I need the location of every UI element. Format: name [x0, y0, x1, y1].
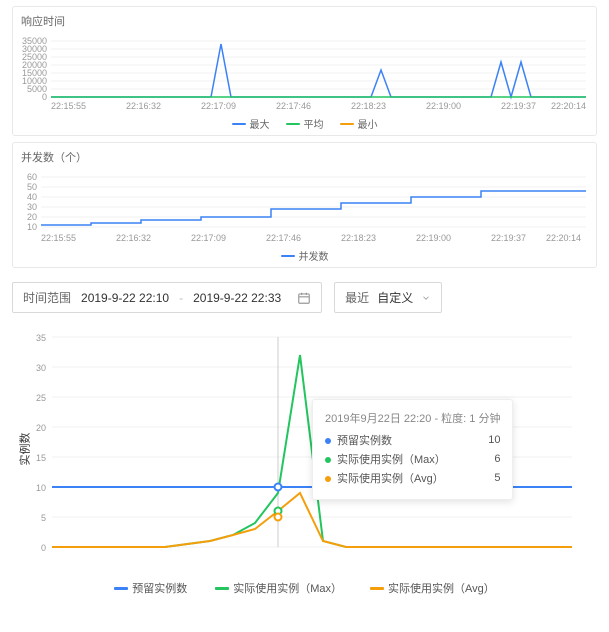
response-time-chart: 35000 30000 25000 20000 15000 10000 5000…	[21, 33, 586, 111]
svg-text:40: 40	[27, 192, 37, 202]
y-axis-label: 实例数	[17, 432, 33, 465]
svg-text:30: 30	[36, 363, 46, 373]
svg-text:30: 30	[27, 202, 37, 212]
range-label: 时间范围	[23, 289, 71, 306]
svg-text:0: 0	[41, 543, 46, 553]
chevron-down-icon	[421, 293, 431, 303]
svg-text:10: 10	[27, 222, 37, 232]
svg-text:5: 5	[41, 513, 46, 523]
svg-text:35: 35	[36, 333, 46, 343]
recent-value: 自定义	[377, 289, 413, 306]
dot-icon	[325, 457, 331, 463]
instances-legend: 预留实例数 实际使用实例（Max） 实际使用实例（Avg）	[0, 580, 609, 596]
instances-chart-container: 实例数 35 30 25 20 15 10 5 0	[12, 327, 597, 570]
svg-text:0: 0	[42, 92, 47, 102]
svg-text:22:20:14: 22:20:14	[546, 233, 581, 243]
svg-text:25: 25	[36, 393, 46, 403]
range-separator: -	[179, 291, 183, 305]
svg-text:22:17:09: 22:17:09	[191, 233, 226, 243]
legend-item-reserved[interactable]: 预留实例数	[114, 580, 187, 596]
controls-bar: 时间范围 2019-9-22 22:10 - 2019-9-22 22:33 最…	[12, 282, 597, 313]
svg-text:22:16:32: 22:16:32	[126, 101, 161, 111]
dot-icon	[325, 476, 331, 482]
legend-item-min[interactable]: 最小	[340, 116, 378, 131]
svg-text:60: 60	[27, 172, 37, 182]
svg-text:22:19:00: 22:19:00	[416, 233, 451, 243]
response-time-legend: 最大 平均 最小	[21, 116, 588, 131]
svg-text:22:17:46: 22:17:46	[276, 101, 311, 111]
legend-item-max[interactable]: 最大	[232, 116, 270, 131]
legend-item-max[interactable]: 实际使用实例（Max）	[215, 580, 342, 596]
svg-text:22:16:32: 22:16:32	[116, 233, 151, 243]
svg-text:22:19:37: 22:19:37	[491, 233, 526, 243]
concurrency-chart: 60 50 40 30 20 10 22:15:55 22:16:32 22:1…	[21, 169, 586, 243]
svg-text:22:19:00: 22:19:00	[426, 101, 461, 111]
legend-item-concurrency[interactable]: 并发数	[281, 248, 329, 263]
tooltip-title: 2019年9月22日 22:20 - 粒度: 1 分钟	[325, 410, 500, 426]
svg-text:10: 10	[36, 483, 46, 493]
recent-label: 最近	[345, 289, 369, 306]
range-to: 2019-9-22 22:33	[193, 291, 281, 305]
panel-title: 并发数（个）	[21, 149, 588, 165]
legend-item-avg[interactable]: 平均	[286, 116, 324, 131]
concurrency-panel: 并发数（个） 60 50 40 30 20 10 22:15:55 22:16:…	[12, 142, 597, 268]
recent-select[interactable]: 最近 自定义	[334, 282, 442, 313]
tooltip-row-reserved: 预留实例数 10	[325, 432, 500, 448]
svg-text:22:18:23: 22:18:23	[351, 101, 386, 111]
dot-icon	[325, 438, 331, 444]
svg-text:22:18:23: 22:18:23	[341, 233, 376, 243]
svg-text:20: 20	[27, 212, 37, 222]
tooltip-row-max: 实际使用实例（Max） 6	[325, 451, 500, 467]
time-range-picker[interactable]: 时间范围 2019-9-22 22:10 - 2019-9-22 22:33	[12, 282, 322, 313]
svg-text:50: 50	[27, 182, 37, 192]
chart-tooltip: 2019年9月22日 22:20 - 粒度: 1 分钟 预留实例数 10 实际使…	[312, 399, 513, 500]
panel-title: 响应时间	[21, 13, 588, 29]
svg-text:22:19:37: 22:19:37	[501, 101, 536, 111]
svg-text:22:15:55: 22:15:55	[51, 101, 86, 111]
svg-text:15: 15	[36, 453, 46, 463]
svg-text:22:17:09: 22:17:09	[201, 101, 236, 111]
legend-item-avg[interactable]: 实际使用实例（Avg）	[370, 580, 495, 596]
response-time-panel: 响应时间 35000 30000 25000 20000 15000 10000…	[12, 6, 597, 136]
svg-text:22:17:46: 22:17:46	[266, 233, 301, 243]
svg-text:20: 20	[36, 423, 46, 433]
calendar-icon	[297, 291, 311, 305]
svg-text:22:20:14: 22:20:14	[551, 101, 586, 111]
concurrency-legend: 并发数	[21, 248, 588, 263]
tooltip-row-avg: 实际使用实例（Avg） 5	[325, 470, 500, 486]
range-from: 2019-9-22 22:10	[81, 291, 169, 305]
svg-text:22:15:55: 22:15:55	[41, 233, 76, 243]
